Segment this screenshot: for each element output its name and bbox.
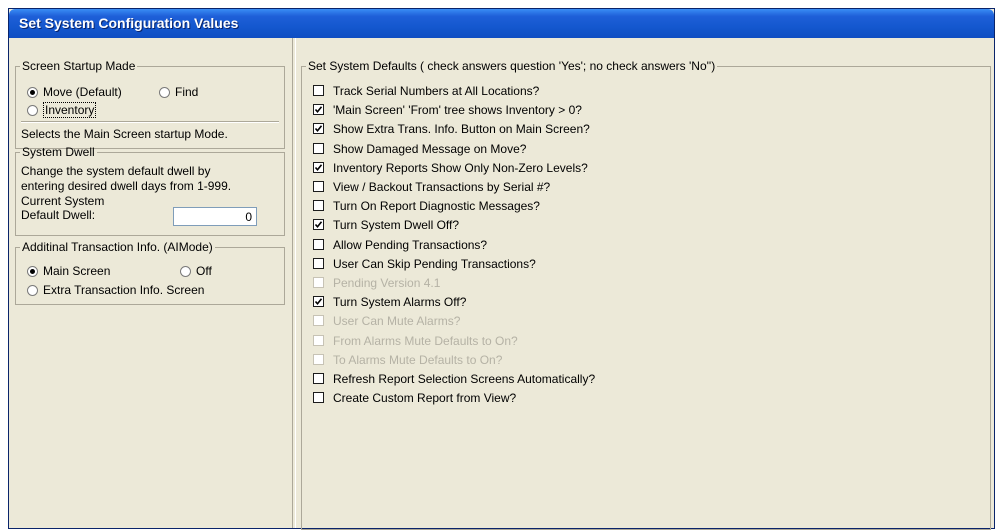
radio-extra-info-label: Extra Transaction Info. Screen bbox=[43, 283, 205, 297]
default-option-row[interactable]: Turn System Alarms Off? bbox=[313, 293, 466, 310]
check-icon bbox=[314, 164, 323, 172]
default-option-row[interactable]: Allow Pending Transactions? bbox=[313, 236, 487, 253]
default-option-label: Refresh Report Selection Screens Automat… bbox=[333, 371, 596, 386]
default-option-row[interactable]: 'Main Screen' 'From' tree shows Inventor… bbox=[313, 101, 582, 118]
default-option-label: Allow Pending Transactions? bbox=[333, 237, 488, 252]
default-option-row[interactable]: Turn On Report Diagnostic Messages? bbox=[313, 197, 540, 214]
radio-main-screen[interactable]: Main Screen bbox=[27, 264, 110, 278]
default-option-row[interactable]: Show Extra Trans. Info. Button on Main S… bbox=[313, 120, 590, 137]
default-option-label: User Can Skip Pending Transactions? bbox=[333, 256, 536, 271]
dwell-help-line1: Change the system default dwell by bbox=[21, 164, 211, 178]
default-option-label: Turn On Report Diagnostic Messages? bbox=[333, 198, 540, 213]
startup-divider bbox=[21, 121, 279, 123]
title-bar[interactable]: Set System Configuration Values bbox=[9, 9, 994, 38]
default-option-label: To Alarms Mute Defaults to On? bbox=[333, 352, 503, 367]
default-option-row[interactable]: Track Serial Numbers at All Locations? bbox=[313, 82, 539, 99]
default-option-label: Show Extra Trans. Info. Button on Main S… bbox=[333, 121, 590, 136]
radio-extra-info-screen[interactable]: Extra Transaction Info. Screen bbox=[27, 283, 204, 297]
radio-find[interactable]: Find bbox=[159, 85, 198, 99]
checkbox[interactable] bbox=[313, 181, 324, 192]
startup-mode-description: Selects the Main Screen startup Mode. bbox=[21, 127, 228, 141]
radio-extra-info-indicator[interactable] bbox=[27, 284, 38, 296]
default-option-row[interactable]: View / Backout Transactions by Serial #? bbox=[313, 178, 550, 195]
default-option-row[interactable]: Inventory Reports Show Only Non-Zero Lev… bbox=[313, 159, 588, 176]
checkbox-checked[interactable] bbox=[313, 219, 324, 230]
default-option-row[interactable]: Refresh Report Selection Screens Automat… bbox=[313, 370, 595, 387]
check-icon bbox=[314, 125, 323, 133]
default-option-label: Turn System Dwell Off? bbox=[333, 217, 460, 232]
radio-move-indicator[interactable] bbox=[27, 86, 38, 98]
check-icon bbox=[314, 106, 323, 114]
checkbox-checked[interactable] bbox=[313, 104, 324, 115]
checkbox[interactable] bbox=[313, 200, 324, 211]
default-option-label: Create Custom Report from View? bbox=[333, 390, 517, 405]
default-option-label: 'Main Screen' 'From' tree shows Inventor… bbox=[333, 102, 582, 117]
checkbox-checked[interactable] bbox=[313, 296, 324, 307]
default-option-label: Track Serial Numbers at All Locations? bbox=[333, 83, 540, 98]
default-option-row: To Alarms Mute Defaults to On? bbox=[313, 351, 502, 368]
startup-mode-legend: Screen Startup Made bbox=[22, 59, 136, 73]
default-dwell-input[interactable] bbox=[173, 207, 257, 226]
dwell-current-label2: Default Dwell: bbox=[21, 208, 96, 222]
checkbox[interactable] bbox=[313, 239, 324, 250]
checkbox-checked[interactable] bbox=[313, 123, 324, 134]
default-option-label: Inventory Reports Show Only Non-Zero Lev… bbox=[333, 160, 588, 175]
default-option-row: From Alarms Mute Defaults to On? bbox=[313, 332, 518, 349]
default-option-row: Pending Version 4.1 bbox=[313, 274, 440, 291]
default-option-row[interactable]: Create Custom Report from View? bbox=[313, 389, 516, 406]
default-option-label: Pending Version 4.1 bbox=[333, 275, 441, 290]
checkbox[interactable] bbox=[313, 258, 324, 269]
checkbox[interactable] bbox=[313, 392, 324, 403]
checkbox bbox=[313, 354, 324, 365]
default-option-label: Turn System Alarms Off? bbox=[333, 294, 467, 309]
right-pane: Set System Defaults ( check answers ques… bbox=[295, 38, 994, 530]
checkbox[interactable] bbox=[313, 373, 324, 384]
config-window: Set System Configuration Values Screen S… bbox=[8, 8, 995, 530]
radio-inventory-label: Inventory bbox=[43, 102, 97, 118]
default-option-label: User Can Mute Alarms? bbox=[333, 313, 461, 328]
system-defaults-legend: Set System Defaults ( check answers ques… bbox=[308, 59, 716, 73]
checkbox-checked[interactable] bbox=[313, 162, 324, 173]
default-option-label: From Alarms Mute Defaults to On? bbox=[333, 333, 518, 348]
dwell-current-label1: Current System bbox=[21, 194, 105, 208]
radio-inventory-indicator[interactable] bbox=[27, 104, 38, 116]
radio-inventory[interactable]: Inventory bbox=[27, 102, 97, 118]
radio-move-label: Move (Default) bbox=[43, 85, 122, 99]
default-option-row[interactable]: User Can Skip Pending Transactions? bbox=[313, 255, 536, 272]
default-option-row[interactable]: Turn System Dwell Off? bbox=[313, 216, 459, 233]
radio-main-screen-label: Main Screen bbox=[43, 264, 111, 278]
dwell-help-line2: entering desired dwell days from 1-999. bbox=[21, 179, 232, 193]
radio-find-label: Find bbox=[175, 85, 199, 99]
default-option-label: View / Backout Transactions by Serial #? bbox=[333, 179, 551, 194]
checkbox bbox=[313, 277, 324, 288]
check-icon bbox=[314, 221, 323, 229]
left-pane: Screen Startup Made Move (Default) Find … bbox=[9, 38, 291, 528]
additional-info-legend: Additinal Transaction Info. (AIMode) bbox=[22, 240, 213, 254]
radio-off[interactable]: Off bbox=[180, 264, 212, 278]
default-option-row: User Can Mute Alarms? bbox=[313, 312, 460, 329]
radio-off-indicator[interactable] bbox=[180, 265, 191, 277]
system-dwell-legend: System Dwell bbox=[22, 145, 95, 159]
check-icon bbox=[314, 298, 323, 306]
checkbox[interactable] bbox=[313, 85, 324, 96]
checkbox bbox=[313, 315, 324, 326]
radio-find-indicator[interactable] bbox=[159, 86, 170, 98]
default-option-label: Show Damaged Message on Move? bbox=[333, 141, 527, 156]
radio-move[interactable]: Move (Default) bbox=[27, 85, 122, 99]
window-title: Set System Configuration Values bbox=[19, 15, 239, 31]
radio-main-screen-indicator[interactable] bbox=[27, 265, 38, 277]
default-option-row[interactable]: Show Damaged Message on Move? bbox=[313, 140, 526, 157]
radio-off-label: Off bbox=[196, 264, 212, 278]
checkbox[interactable] bbox=[313, 143, 324, 154]
checkbox bbox=[313, 335, 324, 346]
